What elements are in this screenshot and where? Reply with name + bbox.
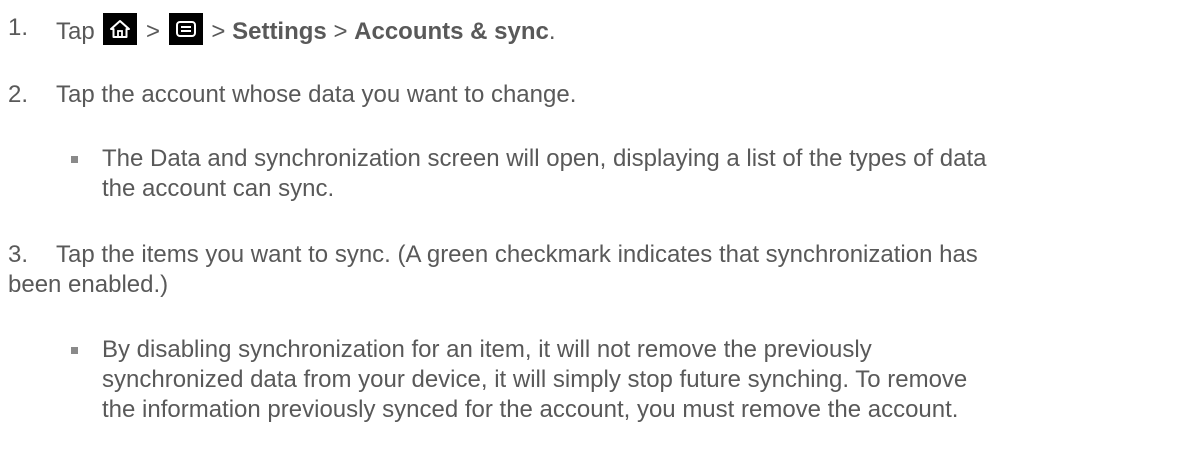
bullet-line: By disabling synchronization for an item… <box>102 336 872 363</box>
home-icon <box>110 20 131 38</box>
bullet-text: The Data and synchronization screen will… <box>102 144 1192 204</box>
step-text: Tap the account whose data you want to c… <box>56 81 577 108</box>
bullet-square-icon <box>71 156 78 163</box>
instruction-document: 1. Tap > > Settings > Accounts & sync. 2… <box>0 0 1199 466</box>
step-number: 3. <box>8 241 29 268</box>
bullet-text: By disabling synchronization for an item… <box>102 335 1192 425</box>
step-line: Tap the items you want to sync. (A green… <box>56 241 978 268</box>
step-text: Tap > > Settings > Accounts & sync. <box>56 13 1196 47</box>
bullet-line: synchronized data from your device, it w… <box>102 366 968 393</box>
bullet-square-icon <box>71 347 78 354</box>
separator: > <box>211 18 226 45</box>
step-number: 1. <box>8 14 29 41</box>
accounts-sync-label: Accounts & sync <box>354 18 549 45</box>
step-number: 2. <box>8 81 29 108</box>
separator: > <box>333 18 348 45</box>
settings-label: Settings <box>232 18 327 45</box>
step-text-tap: Tap <box>56 18 95 45</box>
menu-icon <box>175 21 196 37</box>
home-key <box>103 13 138 45</box>
bullet-line: the account can sync. <box>102 175 335 202</box>
bullet-line: The Data and synchronization screen will… <box>102 145 987 172</box>
step-line: been enabled.) <box>8 271 169 298</box>
bullet-line: the information previously synced for th… <box>102 396 959 423</box>
step-text: Tap the items you want to sync. (A green… <box>56 240 1196 270</box>
separator: > <box>146 18 161 45</box>
step-end-period: . <box>548 18 556 45</box>
menu-key <box>168 13 203 45</box>
